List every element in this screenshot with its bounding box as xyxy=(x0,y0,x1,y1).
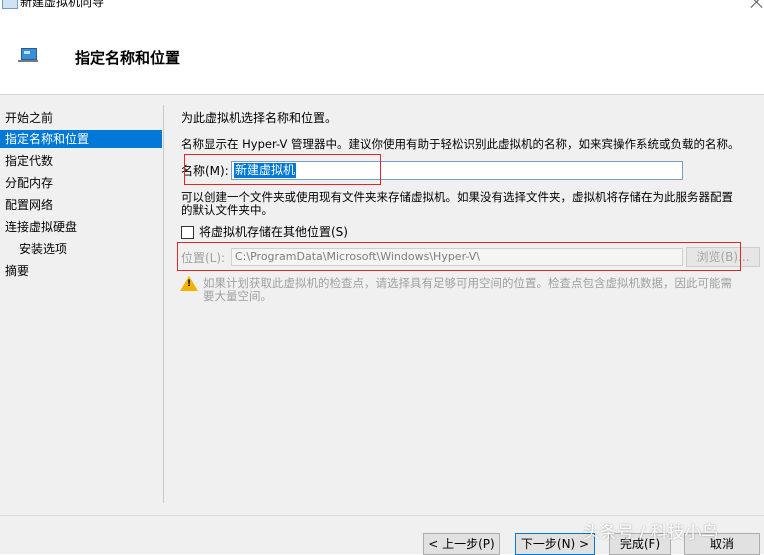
name-description: 名称显示在 Hyper-V 管理器中。建议你使用有助于轻松识别此虚拟机的名称，如… xyxy=(181,137,740,151)
close-icon[interactable] xyxy=(749,0,764,10)
nav-item-summary[interactable]: 摘要 xyxy=(0,262,162,280)
wizard-window-icon xyxy=(2,0,18,9)
previous-button[interactable]: < 上一步(P) xyxy=(423,533,500,555)
store-elsewhere-label[interactable]: 将虚拟机存储在其他位置(S) xyxy=(199,225,348,239)
nav-item-label: 分配内存 xyxy=(5,176,54,190)
nav-item-generation[interactable]: 指定代数 xyxy=(0,152,162,170)
nav-item-name-and-location[interactable]: 指定名称和位置 xyxy=(0,130,162,148)
nav-item-label: 摘要 xyxy=(5,264,30,278)
nav-item-label: 配置网络 xyxy=(5,198,54,212)
watermark-text: 头条号 / 科技小鸟 xyxy=(583,523,719,543)
nav-divider xyxy=(163,105,164,503)
warning-exclamation: ! xyxy=(186,279,192,289)
nav-item-before-you-begin[interactable]: 开始之前 xyxy=(0,109,162,127)
window-title: 新建虚拟机向导 xyxy=(20,0,105,9)
warning-text-line2: 要大量空间。 xyxy=(203,289,272,303)
intro-text: 为此虚拟机选择名称和位置。 xyxy=(181,111,338,125)
nav-item-virtual-disk[interactable]: 连接虚拟硬盘 xyxy=(0,218,162,236)
nav-item-network[interactable]: 配置网络 xyxy=(0,196,162,214)
name-highlight-box xyxy=(184,154,381,185)
nav-item-label: 指定代数 xyxy=(5,154,54,168)
nav-item-label: 安装选项 xyxy=(19,242,68,256)
virtual-machine-icon-stand xyxy=(18,60,38,62)
location-highlight-box xyxy=(177,242,741,271)
store-elsewhere-checkbox[interactable] xyxy=(181,226,194,239)
nav-item-label: 指定名称和位置 xyxy=(5,132,90,146)
nav-item-install-options[interactable]: 安装选项 xyxy=(0,240,162,258)
page-heading: 指定名称和位置 xyxy=(75,49,181,67)
title-bar xyxy=(0,0,764,12)
folder-description-line2: 的默认文件夹中。 xyxy=(181,203,273,217)
nav-item-memory[interactable]: 分配内存 xyxy=(0,174,162,192)
virtual-machine-icon xyxy=(21,48,37,60)
warning-text-line1: 如果计划获取此虚拟机的检查点，请选择具有足够可用空间的位置。检查点包含虚拟机数据… xyxy=(203,276,732,290)
folder-description-line1: 可以创建一个文件夹或使用现有文件夹来存储虚拟机。如果没有选择文件夹，虚拟机将存储… xyxy=(181,190,733,204)
nav-item-label: 开始之前 xyxy=(5,111,54,125)
nav-item-label: 连接虚拟硬盘 xyxy=(5,220,78,234)
